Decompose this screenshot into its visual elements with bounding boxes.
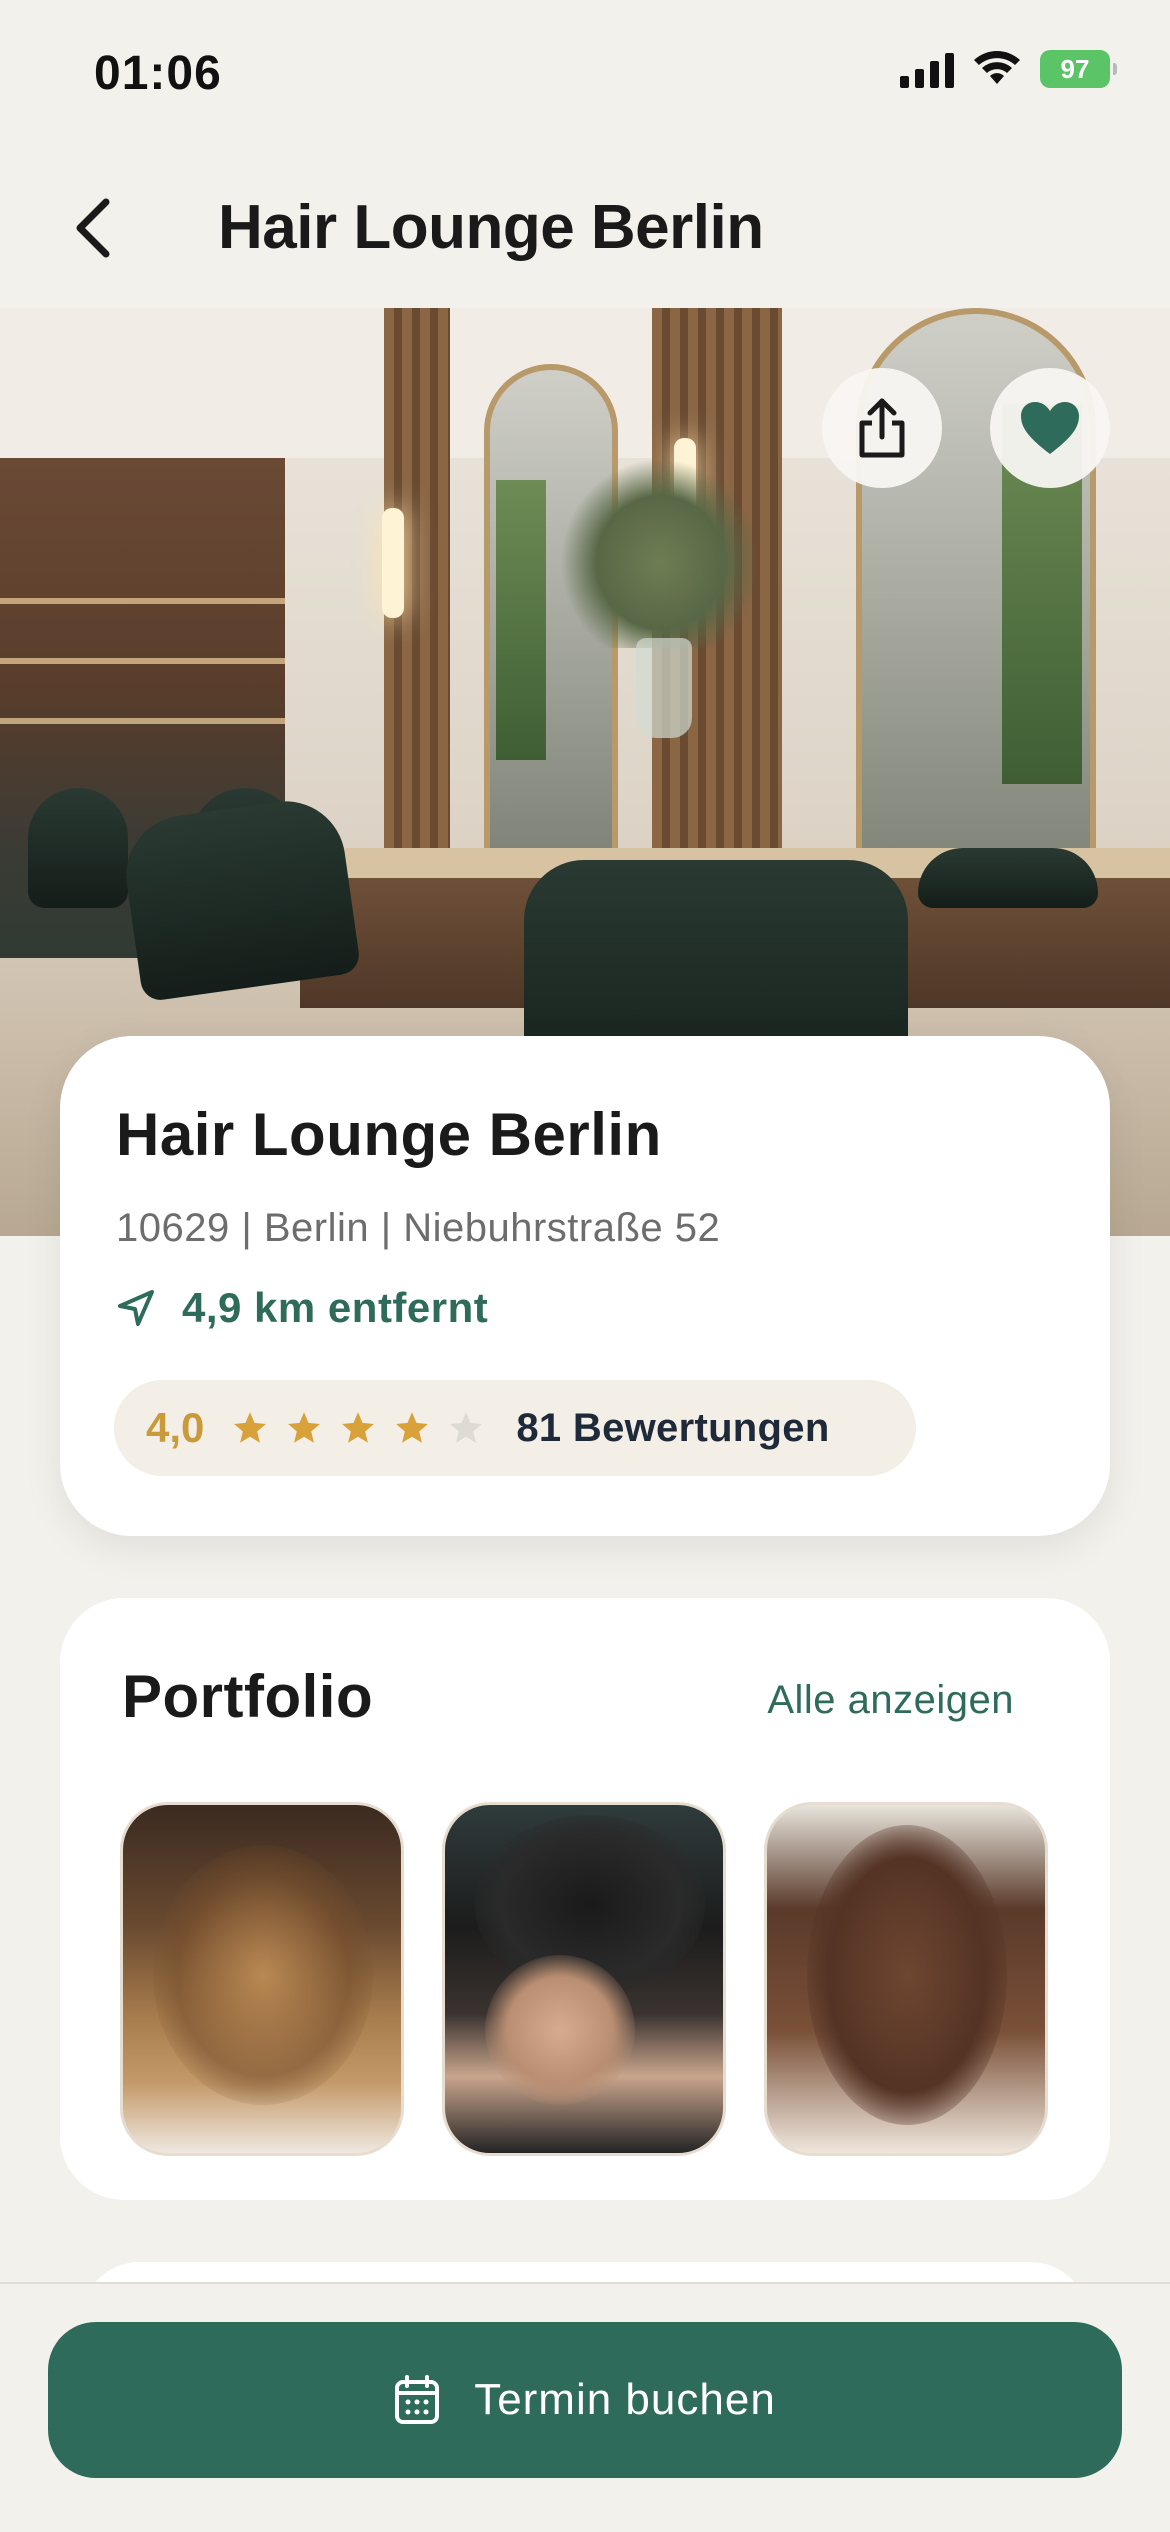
heart-icon xyxy=(1021,402,1079,454)
salon-info-card: Hair Lounge Berlin 10629 | Berlin | Nieb… xyxy=(60,1036,1110,1536)
rating-pill[interactable]: 4,0 81 Bewertungen xyxy=(114,1380,916,1476)
calendar-icon xyxy=(395,2375,440,2424)
distance-text: 4,9 km entfernt xyxy=(182,1284,489,1331)
portfolio-thumbnails xyxy=(120,1802,1048,2156)
portfolio-title: Portfolio xyxy=(122,1663,374,1730)
page-title: Hair Lounge Berlin xyxy=(218,193,764,262)
share-button[interactable] xyxy=(822,368,942,488)
chevron-left-icon xyxy=(76,198,110,258)
back-button[interactable] xyxy=(52,188,132,268)
salon-address: 10629 | Berlin | Niebuhrstraße 52 xyxy=(116,1206,721,1250)
bottom-bar: Termin buchen xyxy=(0,2282,1170,2532)
header: Hair Lounge Berlin xyxy=(0,160,1170,290)
portfolio-card: Portfolio Alle anzeigen xyxy=(60,1598,1110,2200)
portfolio-item-balayage[interactable] xyxy=(120,1802,404,2156)
status-time: 01:06 xyxy=(94,47,222,100)
portfolio-item-layered[interactable] xyxy=(764,1802,1048,2156)
rating-stars xyxy=(232,1410,484,1446)
status-bar: 01:06 97 xyxy=(0,0,1170,150)
wifi-icon xyxy=(974,51,1020,84)
book-button-label: Termin buchen xyxy=(474,2375,776,2424)
share-icon xyxy=(859,398,905,458)
distance-row: 4,9 km entfernt xyxy=(116,1284,488,1332)
battery-level: 97 xyxy=(1060,53,1090,84)
navigation-arrow-icon xyxy=(118,1290,154,1326)
rating-value: 4,0 xyxy=(146,1404,205,1451)
star-filled-icon xyxy=(342,1412,375,1443)
portfolio-item-fade[interactable] xyxy=(442,1802,726,2156)
salon-name: Hair Lounge Berlin xyxy=(116,1101,662,1168)
favorite-button[interactable] xyxy=(990,368,1110,488)
star-filled-icon xyxy=(234,1412,267,1443)
show-all-link[interactable]: Alle anzeigen xyxy=(767,1678,1014,1723)
signal-icon xyxy=(900,50,954,88)
review-count: 81 Bewertungen xyxy=(516,1405,830,1450)
status-icons: 97 xyxy=(900,50,1117,88)
battery-icon: 97 xyxy=(1040,50,1117,88)
star-empty-icon xyxy=(450,1412,483,1443)
star-filled-icon xyxy=(396,1412,429,1443)
book-appointment-button[interactable]: Termin buchen xyxy=(48,2322,1122,2478)
star-filled-icon xyxy=(288,1412,321,1443)
